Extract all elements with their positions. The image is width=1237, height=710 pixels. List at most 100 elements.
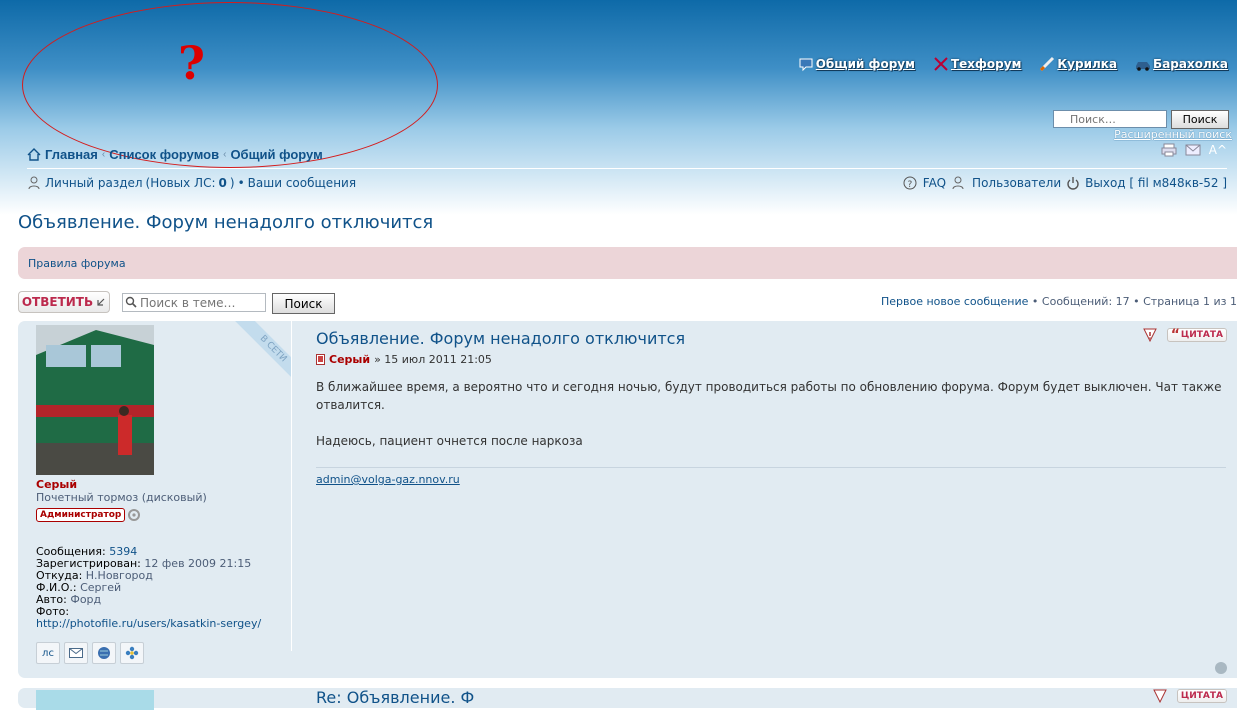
post-signature: admin@volga-gaz.nnov.ru: [316, 467, 1226, 486]
members-link[interactable]: Пользователи: [972, 176, 1061, 190]
quote-button-label: ЦИТАТА: [1180, 330, 1223, 340]
quote-button[interactable]: ЦИТАТА: [1176, 689, 1227, 703]
rank-badge: Администратор: [36, 506, 291, 524]
your-posts-link[interactable]: Ваши сообщения: [248, 176, 356, 190]
faq-icon: ?: [903, 176, 917, 190]
nav-flea-market-label: Барахолка: [1153, 57, 1228, 71]
logo-question-mark: ?: [178, 36, 205, 90]
font-size-toggle[interactable]: A^: [1209, 143, 1227, 157]
topic-title[interactable]: Объявление. Форум ненадолго отключится: [18, 212, 433, 233]
new-pm-prefix: (Новых ЛС:: [145, 176, 216, 190]
website-button[interactable]: [92, 642, 116, 664]
email-icon: [69, 648, 83, 658]
pm-button[interactable]: лс: [36, 642, 60, 664]
home-icon: [27, 148, 41, 161]
divider: [27, 168, 1227, 169]
reply-button[interactable]: ОТВЕТИТЬ: [18, 291, 110, 313]
new-pm-suffix: ): [229, 176, 235, 190]
post-author[interactable]: Серый: [329, 353, 370, 366]
page-tools: A^: [1161, 143, 1227, 157]
private-section-link[interactable]: Личный раздел: [45, 176, 143, 190]
globe-icon: [98, 647, 110, 659]
nav-tech-forum-label: Техфорум: [950, 57, 1022, 71]
breadcrumb-general-forum[interactable]: Общий форум: [230, 147, 322, 162]
forum-rules-box: Правила форума: [18, 247, 1237, 279]
post-paragraph: Надеюсь, пациент очнется после наркоза: [316, 434, 583, 448]
report-icon[interactable]: [1153, 689, 1167, 703]
post-title[interactable]: Объявление. Форум ненадолго отключится: [316, 329, 1226, 348]
author-name[interactable]: Серый: [36, 478, 291, 491]
nav-tech-forum[interactable]: Техфорум: [933, 56, 1021, 72]
avatar[interactable]: [36, 690, 154, 710]
photo-link[interactable]: http://photofile.ru/users/kasatkin-serge…: [36, 617, 261, 630]
post: Re: Объявление. Ф ЦИТАТА: [18, 688, 1237, 710]
auto-value: Форд: [70, 593, 102, 606]
reply-button-label: ОТВЕТИТЬ: [21, 295, 94, 309]
registered-value: 12 фев 2009 21:15: [144, 557, 252, 570]
email-button[interactable]: [64, 642, 88, 664]
new-pm-count: 0: [218, 176, 227, 190]
post-divider: [291, 321, 292, 651]
search-input[interactable]: [1053, 110, 1167, 128]
logo[interactable]: [22, 2, 438, 168]
post-paragraph: В ближайшее время, а вероятно что и сего…: [316, 380, 1222, 412]
quote-button-label: ЦИТАТА: [1180, 691, 1223, 701]
logout-link[interactable]: Выход [ fil м848кв-52 ]: [1085, 176, 1227, 190]
header-search: Поиск: [1053, 110, 1229, 129]
tools-icon: [934, 57, 948, 71]
print-icon[interactable]: [1161, 143, 1177, 157]
user-icon: [28, 176, 40, 190]
gear-icon: [128, 509, 141, 521]
members-icon: [952, 176, 964, 190]
cigarette-icon: [1040, 56, 1055, 72]
pm-label: лс: [42, 647, 54, 659]
car-icon: [1136, 62, 1151, 71]
icq-flower-icon: [125, 646, 139, 660]
breadcrumb-separator: ‹: [101, 149, 106, 160]
post-title[interactable]: Re: Объявление. Ф: [316, 688, 474, 707]
breadcrumb-separator: ‹: [223, 149, 227, 160]
back-to-top-icon[interactable]: [1215, 662, 1227, 674]
advanced-search-link[interactable]: Расширенный поиск: [1114, 128, 1232, 141]
breadcrumb: Главная ‹ Список форумов ‹ Общий форум: [27, 147, 323, 162]
post-profile: Серый Почетный тормоз (дисковый) Админис…: [36, 325, 291, 664]
email-icon[interactable]: [1185, 144, 1201, 156]
report-icon[interactable]: [1142, 328, 1157, 342]
site-nav: Общий форум Техфорум Курилка Барахолка: [798, 56, 1228, 72]
topic-search-input[interactable]: [122, 293, 266, 312]
breadcrumb-forum-list[interactable]: Список форумов: [109, 147, 219, 162]
bullet-separator: •: [237, 176, 245, 190]
svg-text:?: ?: [907, 180, 912, 190]
search-button[interactable]: Поиск: [1171, 110, 1229, 129]
quote-button[interactable]: “ ЦИТАТА: [1166, 328, 1227, 342]
nav-smoking-room-label: Курилка: [1057, 57, 1118, 71]
post-date: » 15 июл 2011 21:05: [374, 353, 492, 366]
topic-action-bar: ОТВЕТИТЬ Поиск Первое новое сообщение • …: [18, 290, 1237, 316]
search-icon: [125, 296, 137, 308]
user-menu: ? FAQ Пользователи Выход [ fil м848кв-52…: [903, 176, 1227, 190]
breadcrumb-home[interactable]: Главная: [45, 147, 98, 162]
signature-email-link[interactable]: admin@volga-gaz.nnov.ru: [316, 473, 460, 486]
nav-smoking-room[interactable]: Курилка: [1039, 56, 1117, 72]
contact-icons: лс: [36, 642, 291, 664]
post-body: Объявление. Форум ненадолго отключится С…: [316, 329, 1226, 486]
avatar[interactable]: [36, 325, 154, 475]
reply-arrow-icon: [97, 298, 105, 306]
faq-link[interactable]: FAQ: [923, 176, 946, 190]
nav-general-forum[interactable]: Общий форум: [798, 56, 915, 72]
forum-rules-link[interactable]: Правила форума: [28, 257, 126, 270]
post-actions: “ ЦИТАТА: [1142, 328, 1227, 342]
profile-fields: Сообщения: 5394 Зарегистрирован: 12 фев …: [36, 546, 291, 630]
logout-icon: [1067, 177, 1079, 190]
icq-button[interactable]: [120, 642, 144, 664]
nav-flea-market[interactable]: Барахолка: [1135, 56, 1228, 72]
nav-general-forum-label: Общий форум: [815, 57, 915, 71]
topic-search-button[interactable]: Поиск: [272, 293, 335, 314]
first-unread-link[interactable]: Первое новое сообщение: [881, 295, 1028, 308]
post: В СЕТИ Серый Почетный тормоз (дисковый) …: [18, 321, 1237, 678]
author-rank: Почетный тормоз (дисковый): [36, 491, 207, 504]
post-meta: Серый » 15 июл 2011 21:05: [316, 353, 1226, 366]
post-icon[interactable]: [316, 354, 325, 365]
post-actions: ЦИТАТА: [1153, 689, 1227, 703]
post-content: В ближайшее время, а вероятно что и сего…: [316, 378, 1226, 450]
